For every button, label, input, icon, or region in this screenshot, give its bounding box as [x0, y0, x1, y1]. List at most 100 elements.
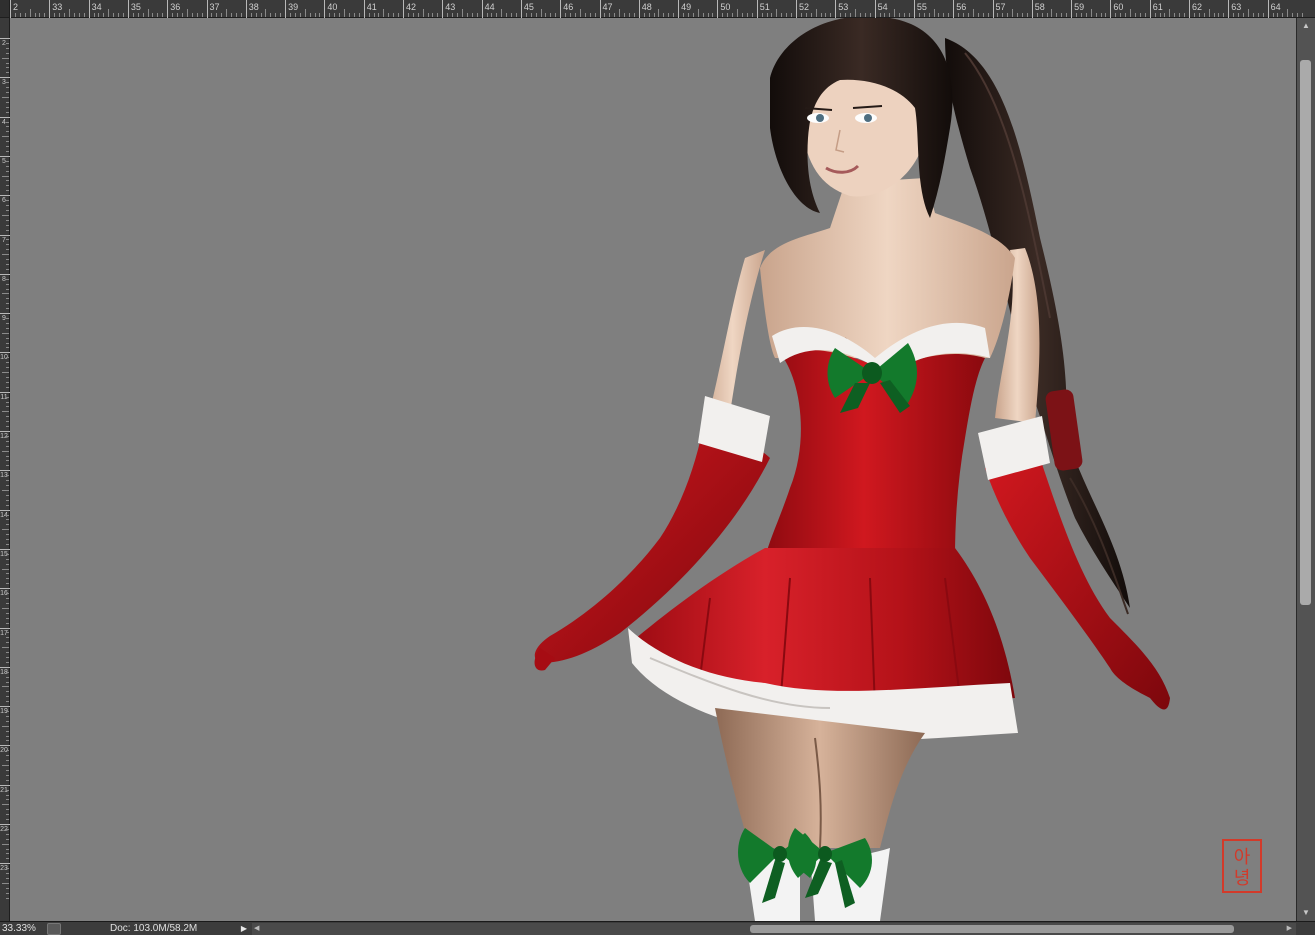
ruler-minor-tick [6, 878, 9, 880]
ruler-minor-tick [6, 376, 9, 378]
vertical-scrollbar-thumb[interactable] [1300, 60, 1311, 605]
ruler-minor-tick [643, 13, 645, 17]
status-menu-arrow-icon[interactable]: ▶ [238, 923, 250, 935]
ruler-minor-tick [579, 9, 581, 17]
ruler-tick-label: 37 [209, 2, 220, 12]
ruler-minor-tick [1076, 13, 1077, 17]
horizontal-scrollbar[interactable]: ◀ ▶ [252, 923, 1296, 935]
ruler-minor-tick [471, 13, 473, 17]
ruler-minor-tick [6, 347, 9, 349]
ruler-minor-tick [6, 239, 9, 241]
ruler-minor-tick [73, 13, 75, 17]
ruler-minor-tick [2, 843, 9, 845]
ruler-tick-label: 51 [759, 2, 770, 12]
ruler-minor-tick [6, 819, 9, 821]
ruler-minor-tick [177, 13, 179, 17]
ruler-tick-label: 53 [838, 2, 849, 12]
ruler-minor-tick [6, 406, 9, 408]
ruler-minor-tick [6, 897, 9, 899]
ruler-major-tick [874, 0, 876, 18]
ruler-minor-tick [34, 13, 36, 17]
ruler-minor-tick [746, 13, 748, 17]
ruler-minor-tick [1056, 13, 1058, 17]
ruler-minor-tick [103, 13, 105, 17]
ruler-minor-tick [353, 13, 355, 17]
zoom-level[interactable]: 33.33% [2, 923, 42, 935]
ruler-minor-tick [6, 401, 9, 403]
vertical-scrollbar[interactable]: ▲ ▼ [1296, 18, 1315, 921]
ruler-minor-tick [683, 13, 684, 17]
ruler-minor-tick [6, 435, 9, 437]
ruler-minor-tick [181, 13, 183, 17]
signature-stamp: 아 녕 [1222, 839, 1262, 893]
ruler-minor-tick [1262, 13, 1264, 17]
ruler-major-tick [1267, 0, 1269, 18]
ruler-minor-tick [1238, 13, 1240, 17]
scroll-down-icon[interactable]: ▼ [1297, 905, 1315, 921]
ruler-minor-tick [741, 13, 743, 17]
ruler-minor-tick [6, 455, 9, 457]
ruler-minor-tick [294, 13, 296, 17]
ruler-minor-tick [231, 13, 233, 17]
ruler-minor-tick [6, 799, 9, 801]
ruler-major-tick [1189, 0, 1190, 18]
ruler-major-tick [324, 0, 326, 18]
ruler-minor-tick [6, 593, 9, 595]
ruler-minor-tick [6, 598, 9, 600]
ruler-minor-tick [260, 13, 262, 17]
ruler-minor-tick [417, 13, 419, 17]
ruler-major-tick [206, 0, 208, 18]
ruler-minor-tick [235, 13, 237, 17]
ruler-minor-tick [943, 13, 945, 17]
ruler-minor-tick [2, 686, 9, 688]
scroll-right-icon[interactable]: ▶ [1287, 923, 1292, 935]
ruler-minor-tick [6, 381, 9, 383]
ruler-minor-tick [98, 13, 100, 17]
scroll-left-icon[interactable]: ◀ [254, 923, 259, 935]
dress-skirt [628, 548, 1018, 741]
ruler-minor-tick [427, 13, 429, 17]
ruler-minor-tick [108, 9, 110, 17]
ruler-minor-tick [314, 13, 316, 17]
ruler-minor-tick [938, 13, 940, 17]
ruler-minor-tick [722, 13, 724, 17]
ruler-minor-tick [1277, 13, 1279, 17]
ruler-minor-tick [2, 136, 9, 138]
ruler-minor-tick [329, 13, 331, 17]
ruler-tick-label: 52 [799, 2, 810, 12]
document-status-icon[interactable] [47, 923, 61, 935]
document-canvas[interactable]: 아 녕 [10, 18, 1296, 921]
ruler-major-tick [0, 431, 10, 432]
ruler-tick-label: 61 [1152, 2, 1163, 12]
ruler-tick-label: 41 [366, 2, 377, 12]
ruler-tick-label: 57 [995, 2, 1006, 12]
horizontal-scrollbar-thumb[interactable] [750, 925, 1234, 933]
ruler-minor-tick [6, 622, 9, 624]
ruler-minor-tick [6, 794, 9, 796]
scroll-up-icon[interactable]: ▲ [1297, 18, 1315, 34]
ruler-tick-label: 56 [956, 2, 967, 12]
ruler-minor-tick [1292, 13, 1294, 17]
ruler-minor-tick [594, 13, 596, 17]
ruler-minor-tick [1282, 13, 1284, 17]
ruler-minor-tick [1169, 9, 1171, 17]
ruler-minor-tick [6, 809, 9, 811]
ruler-minor-tick [820, 13, 822, 17]
ruler-minor-tick [923, 13, 925, 17]
ruler-minor-tick [221, 13, 223, 17]
ruler-major-tick [167, 0, 169, 18]
ruler-minor-tick [604, 13, 606, 17]
ruler-minor-tick [491, 13, 493, 17]
ruler-minor-tick [982, 13, 984, 17]
ruler-minor-tick [6, 740, 9, 742]
ruler-minor-tick [6, 632, 9, 634]
ruler-minor-tick [486, 13, 488, 17]
vertical-ruler: 2 3 4 5 6 7 8 9 10 11 12 13 14 15 16 17 18 19 20 21 22 23 [0, 18, 10, 921]
ruler-major-tick [49, 0, 51, 18]
ruler-minor-tick [2, 804, 9, 806]
ruler-minor-tick [6, 416, 9, 418]
ruler-minor-tick [280, 13, 282, 17]
ruler-minor-tick [530, 13, 532, 17]
artwork-illustration: 아 녕 [534, 18, 1262, 921]
ruler-minor-tick [977, 13, 979, 17]
